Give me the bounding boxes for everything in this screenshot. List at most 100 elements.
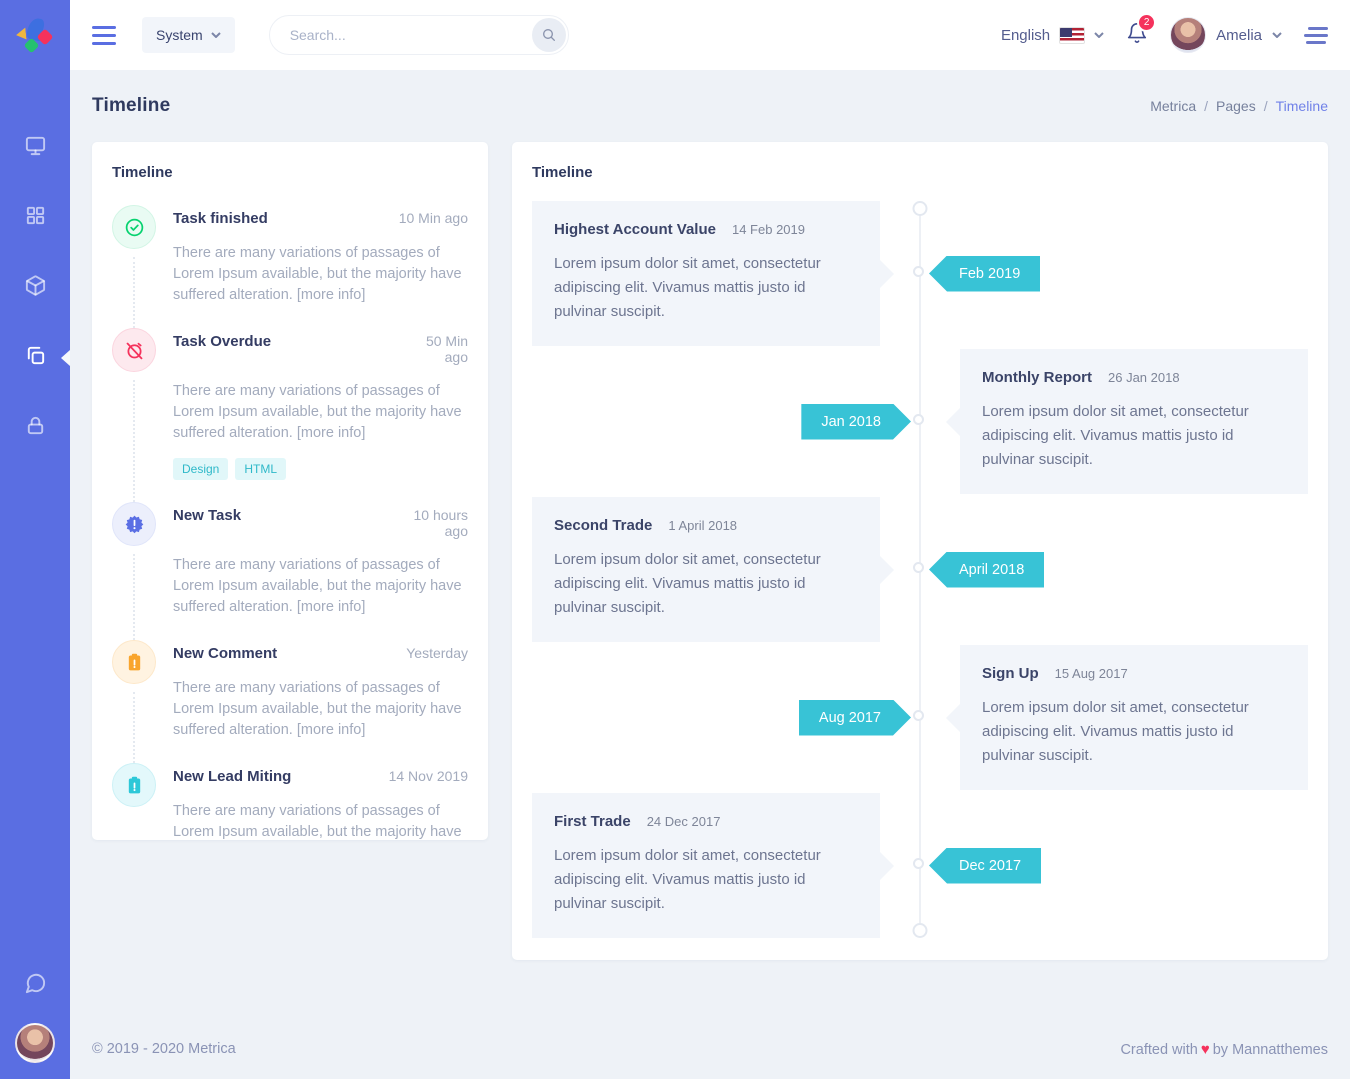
search-icon — [541, 27, 557, 43]
card-title: Timeline — [532, 164, 1308, 181]
activity-title: New Task — [173, 504, 241, 524]
breadcrumb-current: Timeline — [1276, 98, 1328, 114]
notifications-button[interactable]: 2 — [1126, 22, 1148, 49]
chevron-down-icon — [1094, 32, 1104, 38]
timeline-node-dot — [913, 562, 924, 573]
topbar: System English 2 Amelia — [70, 0, 1350, 70]
event-title: Sign Up — [982, 665, 1039, 682]
sidebar-item-pages[interactable] — [0, 336, 70, 380]
us-flag-icon — [1059, 27, 1085, 44]
sidebar-user-avatar[interactable] — [15, 1023, 55, 1063]
search — [269, 15, 569, 55]
timeline-event-box: Monthly Report 26 Jan 2018 Lorem ipsum d… — [960, 349, 1308, 494]
activity-text: There are many variations of passages of… — [173, 381, 468, 444]
event-date-flag: Jan 2018 — [801, 404, 911, 440]
menu-toggle-button[interactable] — [92, 26, 116, 45]
sidebar-item-ui-elements[interactable] — [0, 196, 70, 240]
sidebar-item-dashboard[interactable] — [0, 126, 70, 170]
search-input[interactable] — [269, 15, 569, 55]
event-date: 1 April 2018 — [668, 518, 737, 533]
timeline-event: First Trade 24 Dec 2017 Lorem ipsum dolo… — [532, 793, 1308, 938]
page-header: Timeline Metrica / Pages / Timeline — [70, 70, 1350, 142]
activity-tags: Design HTML — [173, 458, 468, 480]
chevron-down-icon — [211, 32, 221, 38]
event-date: 26 Jan 2018 — [1108, 370, 1180, 385]
activity-time: 10 hours ago — [408, 504, 468, 539]
user-menu[interactable]: Amelia — [1170, 17, 1282, 53]
activity-time: 14 Nov 2019 — [389, 765, 468, 784]
seal-exclamation-icon — [112, 502, 156, 546]
sidebar-item-chat[interactable] — [0, 971, 70, 1001]
timeline-node-dot — [913, 710, 924, 721]
activity-text: There are many variations of passages of… — [173, 801, 468, 840]
timeline-event-box: Second Trade 1 April 2018 Lorem ipsum do… — [532, 497, 880, 642]
activity-title: New Comment — [173, 642, 277, 662]
settings-menu-button[interactable] — [1304, 27, 1328, 44]
language-selector[interactable]: English — [1001, 27, 1104, 44]
clipboard-alert-icon — [112, 640, 156, 684]
activity-title: Task Overdue — [173, 330, 271, 350]
activity-item: New Lead Miting 14 Nov 2019 There are ma… — [112, 765, 468, 840]
activity-title: New Lead Miting — [173, 765, 291, 785]
event-title: Highest Account Value — [554, 221, 716, 238]
event-text: Lorem ipsum dolor sit amet, consectetur … — [554, 548, 858, 620]
sidebar-item-components[interactable] — [0, 266, 70, 310]
notification-count-badge: 2 — [1137, 13, 1156, 32]
copyright-text: © 2019 - 2020 Metrica — [92, 1041, 236, 1057]
breadcrumb-root[interactable]: Metrica — [1150, 98, 1196, 114]
card-title: Timeline — [112, 164, 468, 181]
activity-time: 10 Min ago — [399, 207, 468, 226]
topbar-right: English 2 Amelia — [1001, 17, 1328, 53]
timeline-event: Monthly Report 26 Jan 2018 Lorem ipsum d… — [532, 349, 1308, 494]
lock-icon — [24, 414, 47, 442]
clipboard-alert-icon — [112, 763, 156, 807]
breadcrumb-separator: / — [1264, 98, 1268, 114]
activity-text: There are many variations of passages of… — [173, 555, 468, 618]
alarm-off-icon — [112, 328, 156, 372]
activity-item: New Comment Yesterday There are many var… — [112, 642, 468, 765]
metrica-logo-icon — [15, 15, 55, 55]
event-text: Lorem ipsum dolor sit amet, consectetur … — [554, 252, 858, 324]
brand-logo[interactable] — [0, 0, 70, 70]
search-button[interactable] — [532, 18, 566, 52]
activity-title: Task finished — [173, 207, 268, 227]
event-title: Second Trade — [554, 517, 652, 534]
activity-time: 50 Min ago — [408, 330, 468, 365]
activity-item: New Task 10 hours ago There are many var… — [112, 504, 468, 642]
heart-icon: ♥ — [1201, 1041, 1210, 1058]
event-date-flag: Aug 2017 — [799, 700, 911, 736]
tag-badge: Design — [173, 458, 228, 480]
activity-time: Yesterday — [406, 642, 468, 661]
timeline-body: Highest Account Value 14 Feb 2019 Lorem … — [532, 201, 1308, 941]
sidebar — [0, 0, 70, 1079]
timeline-node-dot — [913, 858, 924, 869]
timeline-node-dot — [913, 266, 924, 277]
package-icon — [24, 274, 47, 302]
system-dropdown[interactable]: System — [142, 17, 235, 53]
copy-pages-icon — [24, 344, 47, 372]
event-title: Monthly Report — [982, 369, 1092, 386]
chat-bubble-icon — [24, 972, 47, 1000]
timeline-event: Sign Up 15 Aug 2017 Lorem ipsum dolor si… — [532, 645, 1308, 790]
event-date: 14 Feb 2019 — [732, 222, 805, 237]
sidebar-item-authentication[interactable] — [0, 406, 70, 450]
timeline-event-box: First Trade 24 Dec 2017 Lorem ipsum dolo… — [532, 793, 880, 938]
event-title: First Trade — [554, 813, 631, 830]
timeline-event-box: Highest Account Value 14 Feb 2019 Lorem … — [532, 201, 880, 346]
system-dropdown-label: System — [156, 27, 203, 43]
timeline-event: Highest Account Value 14 Feb 2019 Lorem … — [532, 201, 1308, 346]
event-date: 24 Dec 2017 — [647, 814, 721, 829]
activity-timeline-card: Timeline Task finished 10 Min ago There … — [92, 142, 488, 840]
activity-list: Task finished 10 Min ago There are many … — [112, 207, 468, 840]
check-circle-icon — [112, 205, 156, 249]
sidebar-bottom — [0, 971, 70, 1063]
event-date-flag: Dec 2017 — [929, 848, 1041, 884]
page-title: Timeline — [92, 95, 170, 117]
tag-badge: HTML — [235, 458, 286, 480]
user-name: Amelia — [1216, 27, 1262, 44]
app-root: System English 2 Amelia — [0, 0, 1350, 1079]
breadcrumb-section[interactable]: Pages — [1216, 98, 1256, 114]
activity-text: There are many variations of passages of… — [173, 243, 468, 306]
footer: © 2019 - 2020 Metrica Crafted with♥by Ma… — [70, 1019, 1350, 1079]
activity-item: Task Overdue 50 Min ago There are many v… — [112, 330, 468, 504]
